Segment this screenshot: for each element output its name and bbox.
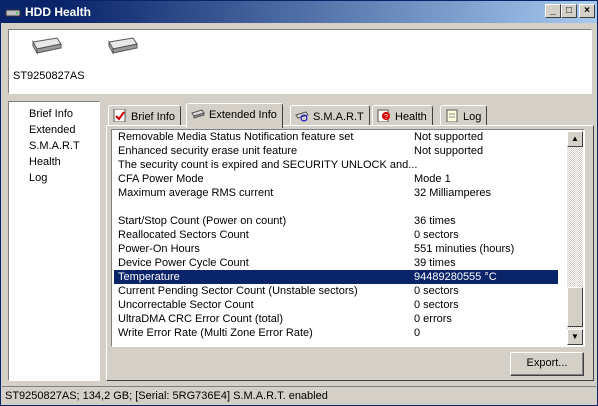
item-value: 0 bbox=[414, 327, 421, 339]
tab-label: Brief Info bbox=[131, 111, 176, 123]
tab-label: S.M.A.R.T bbox=[313, 111, 364, 123]
list-item[interactable]: Maximum average RMS current 32 Milliamper… bbox=[114, 186, 558, 200]
list-item[interactable]: Power-On Hours 551 minuties (hours) bbox=[114, 242, 558, 256]
extended-info-panel: Removable Media Status Notification feat… bbox=[106, 125, 594, 381]
item-value: Not supported bbox=[414, 131, 484, 143]
tab-strip: Brief Info Extended Info S.M.A.R.T ? Heal… bbox=[106, 103, 596, 128]
nav-item-smart[interactable]: S.M.A.R.T bbox=[29, 140, 80, 152]
nav-list: Brief Info Extended S.M.A.R.T Health Log bbox=[8, 101, 100, 381]
item-value: 94489280555 °C bbox=[414, 271, 497, 283]
nav-item-log[interactable]: Log bbox=[29, 172, 47, 184]
item-key: Enhanced security erase unit feature bbox=[118, 145, 298, 157]
item-key: Device Power Cycle Count bbox=[118, 257, 249, 269]
item-key: CFA Power Mode bbox=[118, 173, 204, 185]
item-value: 36 times bbox=[414, 215, 456, 227]
list-item[interactable]: Uncorrectable Sector Count 0 sectors bbox=[114, 298, 558, 312]
checklist-icon bbox=[113, 109, 126, 122]
item-key: Power-On Hours bbox=[118, 243, 200, 255]
list-item[interactable]: Start/Stop Count (Power on count) 36 time… bbox=[114, 214, 558, 228]
tab-health[interactable]: ? Health bbox=[372, 105, 433, 126]
minimize-button[interactable]: _ bbox=[545, 4, 561, 18]
drive-search-icon bbox=[295, 111, 309, 122]
notepad-icon bbox=[446, 109, 458, 122]
item-key: UltraDMA CRC Error Count (total) bbox=[118, 313, 284, 325]
list-item[interactable]: Enhanced security erase unit feature Not … bbox=[114, 144, 558, 158]
vertical-scrollbar[interactable]: ▲ ▼ bbox=[567, 131, 583, 345]
item-key: Start/Stop Count (Power on count) bbox=[118, 215, 287, 227]
item-key: The security count is expired and SECURI… bbox=[118, 159, 418, 171]
status-bar: ST9250827AS; 134,2 GB; [Serial: 5RG736E4… bbox=[2, 386, 596, 405]
item-value: 551 minuties (hours) bbox=[414, 243, 515, 255]
nav-item-health[interactable]: Health bbox=[29, 156, 61, 168]
item-value: 0 sectors bbox=[414, 285, 459, 297]
item-value: 0 sectors bbox=[414, 229, 459, 241]
tab-smart[interactable]: S.M.A.R.T bbox=[290, 105, 370, 126]
item-key: Temperature bbox=[118, 271, 180, 283]
export-button[interactable]: Export... bbox=[510, 352, 584, 376]
svg-text:?: ? bbox=[384, 114, 388, 121]
list-item[interactable]: The security count is expired and SECURI… bbox=[114, 158, 558, 172]
tab-log[interactable]: Log bbox=[440, 105, 488, 126]
device-item[interactable] bbox=[29, 36, 63, 56]
device-item[interactable] bbox=[105, 36, 139, 56]
item-value: Mode 1 bbox=[414, 173, 451, 185]
device-list: ST9250827AS bbox=[8, 29, 592, 94]
tab-label: Extended Info bbox=[209, 109, 277, 121]
list-item[interactable]: Removable Media Status Notification feat… bbox=[114, 130, 558, 144]
list-item[interactable]: Current Pending Sector Count (Unstable s… bbox=[114, 284, 558, 298]
app-window: HDD Health _ □ × ST9250827AS Brief Info … bbox=[0, 0, 598, 406]
list-item[interactable]: CFA Power Mode Mode 1 bbox=[114, 172, 558, 186]
title-bar[interactable]: HDD Health _ □ × bbox=[1, 1, 597, 23]
item-key: Removable Media Status Notification feat… bbox=[118, 131, 354, 143]
hard-drive-icon bbox=[32, 37, 62, 55]
list-item[interactable]: Reallocated Sectors Count 0 sectors bbox=[114, 228, 558, 242]
item-key: Current Pending Sector Count (Unstable s… bbox=[118, 285, 358, 297]
maximize-button[interactable]: □ bbox=[561, 4, 577, 18]
hard-drive-icon bbox=[108, 37, 138, 55]
list-item[interactable]: Write Error Rate (Multi Zone Error Rate)… bbox=[114, 326, 558, 340]
list-item[interactable]: Temperature 94489280555 °C bbox=[114, 270, 558, 284]
item-key: Write Error Rate (Multi Zone Error Rate) bbox=[118, 327, 313, 339]
extended-info-list[interactable]: Removable Media Status Notification feat… bbox=[111, 129, 585, 347]
list-item[interactable]: UltraDMA CRC Error Count (total) 0 errors bbox=[114, 312, 558, 326]
item-key: Uncorrectable Sector Count bbox=[118, 299, 254, 311]
window-title: HDD Health bbox=[25, 5, 92, 19]
scroll-down-button[interactable]: ▼ bbox=[567, 329, 583, 345]
tab-extended-info[interactable]: Extended Info bbox=[186, 103, 283, 128]
drive-icon bbox=[5, 9, 21, 17]
tab-brief-info[interactable]: Brief Info bbox=[108, 105, 182, 126]
list-item[interactable] bbox=[114, 200, 558, 214]
status-text: ST9250827AS; 134,2 GB; [Serial: 5RG736E4… bbox=[5, 390, 328, 402]
device-label[interactable]: ST9250827AS bbox=[13, 70, 85, 82]
list-item[interactable]: Device Power Cycle Count 39 times bbox=[114, 256, 558, 270]
item-value: 32 Milliamperes bbox=[414, 187, 492, 199]
scroll-thumb[interactable] bbox=[567, 287, 583, 327]
nav-item-extended[interactable]: Extended bbox=[29, 124, 75, 136]
scroll-up-button[interactable]: ▲ bbox=[567, 131, 583, 147]
drive-icon bbox=[191, 109, 205, 119]
item-value: Not supported bbox=[414, 145, 484, 157]
health-icon: ? bbox=[377, 109, 390, 122]
item-value: 0 errors bbox=[414, 313, 452, 325]
item-key: Reallocated Sectors Count bbox=[118, 229, 249, 241]
item-value: 39 times bbox=[414, 257, 456, 269]
tab-label: Health bbox=[395, 111, 427, 123]
item-key: Maximum average RMS current bbox=[118, 187, 274, 199]
nav-item-brief-info[interactable]: Brief Info bbox=[29, 108, 73, 120]
tab-label: Log bbox=[463, 111, 482, 123]
close-button[interactable]: × bbox=[579, 4, 595, 18]
item-value: 0 sectors bbox=[414, 299, 459, 311]
